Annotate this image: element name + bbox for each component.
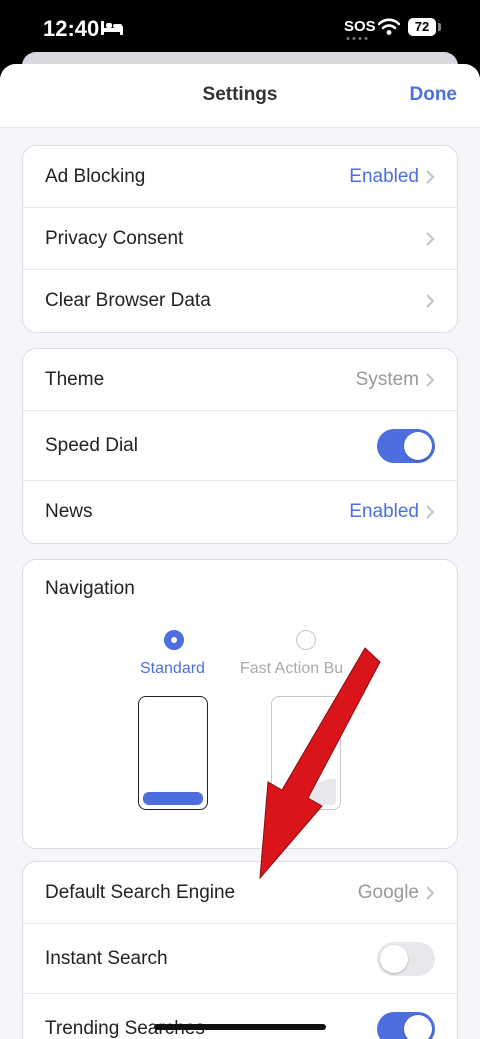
instant-search-label: Instant Search [45, 947, 168, 969]
chevron-right-icon [426, 885, 435, 900]
status-time: 12:40 [43, 16, 100, 41]
ad-blocking-value: Enabled [349, 165, 419, 187]
clear-browser-data-label: Clear Browser Data [45, 290, 211, 311]
default-search-engine-label: Default Search Engine [45, 881, 236, 903]
page-title: Settings [202, 84, 278, 105]
fast-action-bar-option-label: Fast Action Bu [240, 660, 344, 677]
settings-sheet: Settings Done Ad Blocking Enabled Privac… [0, 64, 480, 1039]
speed-dial-label: Speed Dial [45, 434, 138, 456]
ad-blocking-row[interactable]: Ad Blocking Enabled [23, 146, 457, 208]
fast-action-button-shape [306, 779, 336, 805]
bed-icon [101, 21, 123, 35]
default-search-engine-row[interactable]: Default Search Engine Google [23, 862, 457, 924]
news-label: News [45, 501, 93, 522]
appearance-group: Theme System Speed Dial News Enabled [22, 348, 458, 544]
default-search-engine-value: Google [357, 881, 419, 903]
chevron-right-icon [426, 169, 435, 184]
instant-search-toggle[interactable] [377, 941, 435, 976]
battery-icon: 72 [408, 18, 436, 36]
privacy-consent-label: Privacy Consent [45, 227, 184, 249]
toggle-knob [404, 431, 432, 460]
instant-search-row: Instant Search [23, 924, 457, 994]
privacy-consent-row[interactable]: Privacy Consent [23, 208, 457, 270]
theme-value: System [355, 368, 419, 390]
sos-indicator: SOS [344, 18, 376, 35]
nav-header: Settings Done [0, 64, 480, 128]
toggle-knob [404, 1015, 432, 1039]
standard-nav-bar [143, 792, 203, 805]
chevron-right-icon [426, 231, 435, 246]
privacy-group: Ad Blocking Enabled Privacy Consent Clea… [22, 145, 458, 333]
status-bar: 12:40 SOS 72 [0, 0, 480, 56]
standard-preview[interactable] [138, 696, 208, 810]
toggle-knob [380, 944, 408, 973]
navigation-title: Navigation [45, 578, 135, 599]
standard-option-label: Standard [140, 660, 205, 677]
home-indicator [154, 1024, 326, 1030]
chevron-right-icon [426, 294, 435, 308]
standard-radio[interactable] [164, 630, 184, 650]
speed-dial-toggle[interactable] [377, 428, 435, 463]
trending-searches-row: Trending Searches [23, 994, 457, 1039]
battery-tip [438, 23, 441, 31]
trending-searches-toggle[interactable] [377, 1012, 435, 1039]
chevron-right-icon [426, 505, 435, 519]
fast-action-bar-radio[interactable] [296, 630, 316, 650]
chevron-right-icon [426, 372, 435, 387]
done-button[interactable]: Done [410, 84, 458, 106]
signal-dots-icon [346, 37, 368, 40]
news-value: Enabled [349, 501, 419, 522]
wifi-icon [378, 18, 400, 35]
speed-dial-row: Speed Dial [23, 411, 457, 481]
fast-action-bar-preview[interactable] [271, 696, 341, 810]
navigation-group: Navigation Standard Fast Action Bu [22, 559, 458, 849]
ad-blocking-label: Ad Blocking [45, 165, 146, 187]
clear-browser-data-row[interactable]: Clear Browser Data [23, 270, 457, 332]
news-row[interactable]: News Enabled [23, 481, 457, 543]
theme-label: Theme [45, 368, 105, 390]
search-group: Default Search Engine Google Instant Sea… [22, 861, 458, 1039]
theme-row[interactable]: Theme System [23, 349, 457, 411]
